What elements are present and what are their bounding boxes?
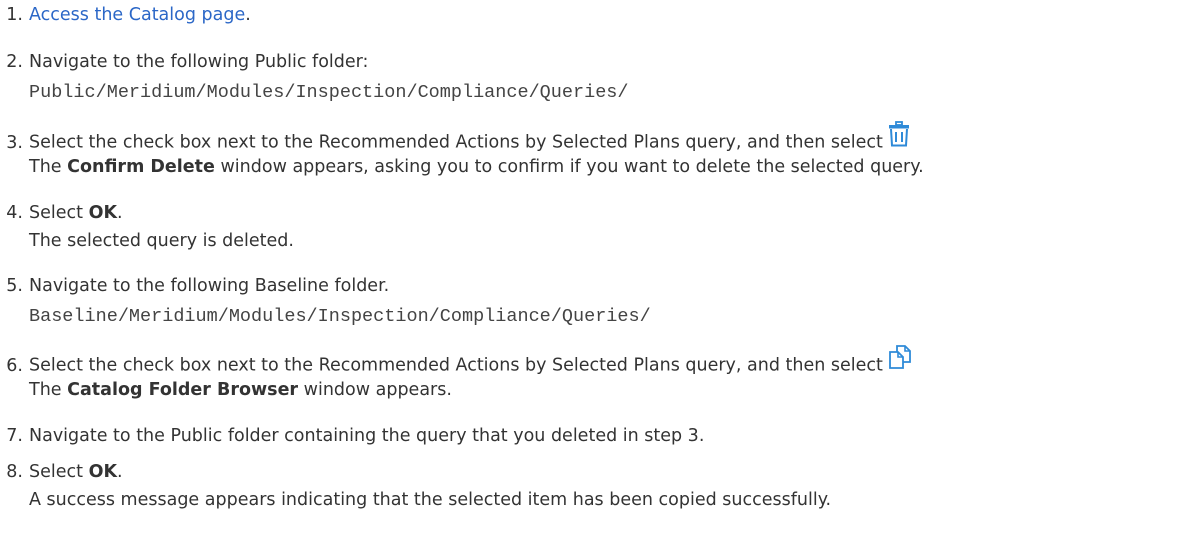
step-result: The selected query is deleted. — [29, 231, 294, 251]
confirm-delete-label: Confirm Delete — [67, 157, 215, 177]
step-number: 3. — [6, 132, 23, 153]
step-number: 8. — [6, 462, 23, 482]
step-result: A success message appears indicating tha… — [29, 490, 832, 510]
catalog-folder-browser-label: Catalog Folder Browser — [67, 380, 299, 400]
step-number: 7. — [6, 426, 23, 446]
step-7: 7. Navigate to the Public folder containi… — [0, 422, 1178, 450]
step-result: The Catalog Folder Browser window appear… — [29, 380, 452, 400]
step-number: 1. — [6, 5, 23, 25]
step-number: 6. — [6, 355, 23, 376]
copy-icon — [888, 344, 912, 379]
delete-icon — [888, 121, 910, 156]
access-catalog-link[interactable]: Access the Catalog page — [29, 5, 245, 25]
step-text: Navigate to the Public folder containing… — [29, 426, 705, 446]
step-text: Navigate to the following Baseline folde… — [29, 276, 390, 296]
ok-label: OK — [88, 203, 118, 223]
step-number: 2. — [6, 52, 23, 72]
step-3: 3. Select the check box next to the Recom… — [0, 121, 1178, 181]
folder-path: Baseline/Meridium/Modules/Inspection/Com… — [29, 306, 651, 327]
step-result: The Confirm Delete window appears, askin… — [29, 157, 924, 177]
step-number: 4. — [6, 203, 23, 223]
step-text: . — [245, 5, 251, 25]
ok-label: OK — [88, 462, 118, 482]
step-number: 5. — [6, 276, 23, 296]
step-8: 8. Select OK. A success message appears i… — [0, 458, 1178, 514]
step-5: 5. Navigate to the following Baseline fol… — [0, 272, 1178, 334]
step-text: Select the check box next to the Recomme… — [29, 355, 883, 376]
step-6: 6. Select the check box next to the Recom… — [0, 345, 1178, 404]
step-text: Select the check box next to the Recomme… — [29, 132, 883, 153]
procedure-steps: 1. Access the Catalog page. 2. Navigate to… — [0, 0, 1178, 541]
step-4: 4. Select OK. The selected query is delet… — [0, 199, 1178, 255]
folder-path: Public/Meridium/Modules/Inspection/Compl… — [29, 82, 629, 103]
step-1: 1. Access the Catalog page. — [0, 1, 1178, 29]
step-2: 2. Navigate to the following Public folde… — [0, 48, 1178, 110]
step-text: Navigate to the following Public folder: — [29, 52, 369, 72]
